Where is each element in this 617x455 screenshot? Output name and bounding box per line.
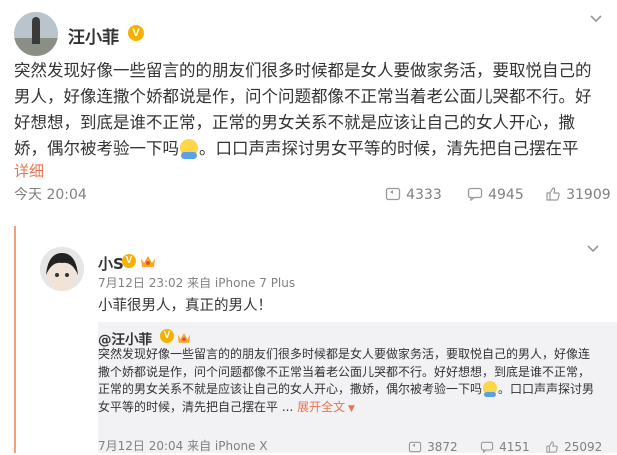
- repost-card-border: [14, 226, 16, 453]
- repost-author-avatar[interactable]: [40, 247, 84, 291]
- post-text-line: 男人，好像连撒个娇都说是作，问个问题都像不正常当着老公面儿哭都不行。好: [14, 87, 592, 106]
- post-text-segment: 。口口声声探讨男女平等的时候，清先把自己摆在平: [199, 139, 579, 158]
- author-avatar[interactable]: [14, 12, 58, 56]
- quoted-like-count: 25092: [564, 440, 603, 454]
- repost-text: 小菲很男人，真正的男人！: [98, 298, 272, 314]
- post-text-segment: 娇，偶尔被考验一下吗: [14, 139, 179, 158]
- quoted-meta: 7月12日 20:04 来自 iPhone X: [98, 439, 268, 453]
- hug-emoji-icon: [483, 381, 498, 397]
- verified-icon: V: [128, 25, 144, 41]
- chevron-down-icon[interactable]: [586, 244, 600, 254]
- detail-link[interactable]: 详细: [14, 160, 44, 181]
- hug-emoji-icon: [180, 139, 198, 159]
- quoted-text-segment: 女平等的时候，清先把自己摆在平 ...: [98, 399, 294, 414]
- author-name[interactable]: 汪小菲: [68, 23, 119, 48]
- quoted-text-line: 正常的男女关系不就是应该让自己的女人开心，撒娇，偶尔被考验一下吗 。口口声声探讨男: [98, 381, 613, 399]
- vip-crown-icon: [140, 253, 156, 267]
- thumbs-up-icon: [546, 441, 558, 453]
- quoted-text-segment: 。口口声声探讨男: [498, 382, 595, 396]
- quoted-text-segment: 正常的男女关系不就是应该让自己的女人开心，撒娇，偶尔被考验一下吗: [98, 382, 483, 396]
- repost-count: 4333: [406, 187, 442, 203]
- comment-action[interactable]: 4945: [467, 184, 524, 203]
- post-actions: 4333 4945 31909: [385, 184, 615, 204]
- quoted-comment-action[interactable]: 4151: [480, 436, 530, 455]
- repost-author-name[interactable]: 小S: [98, 253, 124, 274]
- thumbs-up-icon: [546, 187, 560, 201]
- post-time: 今天 20:04: [14, 187, 87, 203]
- quoted-author[interactable]: @汪小菲: [98, 328, 152, 348]
- comment-count: 4945: [488, 187, 524, 203]
- quoted-text-line: 女平等的时候，清先把自己摆在平 ... 展开全文 ▼: [98, 399, 613, 419]
- expand-full-text-link[interactable]: 展开全文: [297, 400, 345, 414]
- comment-icon: [467, 187, 483, 202]
- repost-icon: [385, 187, 401, 201]
- quoted-text-line: 撒个娇都说是作，问个问题都像不正常当着老公面儿哭都不行。好好想想，到底是谁不正常…: [98, 364, 591, 379]
- post-text-line: 好想想，到底是谁不正常，正常的男女关系不就是应该让自己的女人开心，撒: [14, 113, 575, 132]
- quoted-comment-count: 4151: [499, 440, 530, 454]
- vip-crown-icon: [177, 329, 191, 343]
- quoted-text-line: 突然发现好像一些留言的的朋友们很多时候都是女人要做家务活，要取悦自己的男人，好像…: [98, 347, 591, 361]
- like-action[interactable]: 31909: [545, 184, 611, 203]
- quoted-text: 突然发现好像一些留言的的朋友们很多时候都是女人要做家务活，要取悦自己的男人，好像…: [98, 346, 613, 418]
- quoted-repost-action[interactable]: 3872: [408, 436, 458, 455]
- quoted-actions: 3872 4151 25092: [408, 436, 613, 455]
- avatar-photo: [14, 12, 58, 56]
- avatar-photo: [40, 247, 84, 291]
- post-text-line: 突然发现好像一些留言的的朋友们很多时候都是女人要做家务活，要取悦自己的: [14, 61, 592, 80]
- verified-icon: V: [122, 254, 136, 268]
- repost-meta: 7月12日 23:02 来自 iPhone 7 Plus: [98, 276, 296, 290]
- comment-icon: [480, 441, 494, 454]
- repost-icon: [408, 441, 422, 453]
- chevron-down-icon: ▼: [345, 403, 355, 414]
- quoted-like-action[interactable]: 25092: [545, 436, 602, 455]
- quoted-repost-count: 3872: [427, 440, 458, 454]
- post-text: 突然发现好像一些留言的的朋友们很多时候都是女人要做家务活，要取悦自己的 男人，好…: [14, 58, 612, 162]
- repost-action[interactable]: 4333: [385, 184, 442, 203]
- chevron-down-icon[interactable]: [589, 14, 603, 24]
- verified-icon: V: [160, 329, 174, 343]
- post-text-line: 娇，偶尔被考验一下吗 。口口声声探讨男女平等的时候，清先把自己摆在平: [14, 136, 612, 162]
- like-count: 31909: [566, 187, 611, 203]
